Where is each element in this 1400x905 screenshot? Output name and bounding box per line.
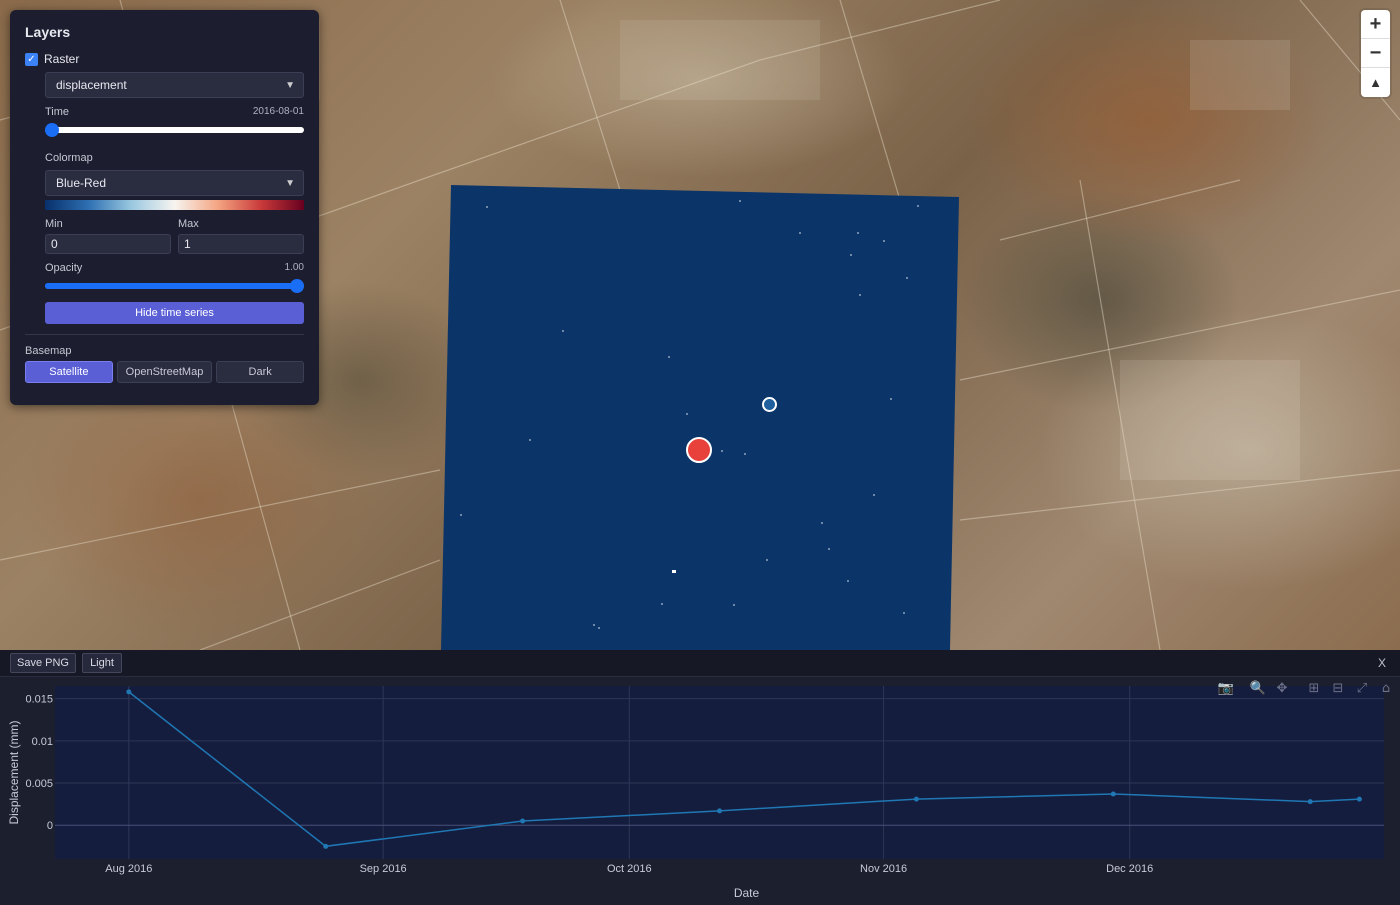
y-tick-label: 0.01 <box>32 736 53 748</box>
time-slider[interactable] <box>45 122 304 138</box>
opacity-slider-thumb[interactable] <box>290 279 304 293</box>
plot-area[interactable] <box>55 686 1384 859</box>
close-time-series-button[interactable]: X <box>1378 656 1386 670</box>
y-axis-title: Displacement (mm) <box>7 720 21 824</box>
chevron-down-icon: ▼ <box>285 177 295 189</box>
time-label: Time <box>45 106 70 118</box>
zoom-out-button[interactable]: − <box>1361 39 1390 68</box>
zoom-icon[interactable]: 🔍 <box>1250 679 1266 696</box>
panel-title: Layers <box>25 24 71 40</box>
data-point[interactable] <box>126 689 132 695</box>
basemap-openstreetmap-button[interactable]: OpenStreetMap <box>116 361 213 383</box>
time-series-panel: Save PNG Light X Aug 2016 Sep 2016 Oct 201… <box>0 650 1400 900</box>
x-axis-title: Date <box>734 886 760 900</box>
data-point[interactable] <box>520 818 526 824</box>
time-slider-thumb[interactable] <box>45 123 59 137</box>
opacity-slider[interactable] <box>45 278 304 294</box>
layer-select[interactable]: displacement ▼ <box>45 72 304 98</box>
y-tick-label: 0.015 <box>25 694 53 706</box>
data-point[interactable] <box>1110 791 1116 797</box>
map-navigation-control: + − ▲ <box>1361 10 1390 97</box>
autoscale-icon[interactable]: ⤢ <box>1357 681 1367 696</box>
x-tick-label: Nov 2016 <box>860 863 907 875</box>
opacity-value: 1.00 <box>284 262 304 273</box>
x-tick-label: Oct 2016 <box>607 863 652 875</box>
zoom-out-icon[interactable]: ⊟ <box>1333 681 1344 696</box>
hide-time-series-button[interactable]: Hide time series <box>45 302 304 324</box>
x-tick-label: Aug 2016 <box>105 863 152 875</box>
zoom-in-button[interactable]: + <box>1361 10 1390 39</box>
chart-svg: Aug 2016 Sep 2016 Oct 2016 Nov 2016 Dec 2016… <box>7 679 1390 900</box>
data-point[interactable] <box>1307 799 1313 805</box>
camera-icon[interactable]: 📷 <box>1218 681 1234 696</box>
theme-toggle-button[interactable]: Light <box>82 653 122 673</box>
data-point[interactable] <box>1356 796 1362 802</box>
basemap-satellite-button[interactable]: Satellite <box>25 361 113 383</box>
zoom-in-icon[interactable]: ⊞ <box>1309 681 1320 696</box>
colormap-label: Colormap <box>45 152 93 164</box>
selected-point-marker[interactable] <box>686 437 712 463</box>
data-point[interactable] <box>323 843 329 849</box>
pan-icon[interactable]: ✥ <box>1277 681 1288 696</box>
reference-point-marker[interactable] <box>762 397 777 412</box>
opacity-label: Opacity <box>45 262 83 274</box>
home-icon[interactable]: ⌂ <box>1382 681 1390 696</box>
compass-button[interactable]: ▲ <box>1361 68 1390 97</box>
raster-checkbox[interactable]: ✓ <box>25 52 38 66</box>
save-png-button[interactable]: Save PNG <box>10 653 76 673</box>
basemap-dark-button[interactable]: Dark <box>216 361 304 383</box>
layer-select-value: displacement <box>56 78 127 92</box>
time-series-toolbar: Save PNG Light X <box>0 650 1400 677</box>
chevron-down-icon: ▼ <box>285 79 295 91</box>
min-input[interactable]: 0 <box>45 234 171 254</box>
x-tick-label: Dec 2016 <box>1106 863 1153 875</box>
check-icon: ✓ <box>27 53 36 65</box>
time-series-chart[interactable]: Aug 2016 Sep 2016 Oct 2016 Nov 2016 Dec 2016… <box>0 676 1400 905</box>
min-label: Min <box>45 218 63 230</box>
layers-panel: Layers ✓ Raster displacement ▼ Time 2016… <box>10 10 319 405</box>
x-tick-label: Sep 2016 <box>360 863 407 875</box>
colormap-select-value: Blue-Red <box>56 176 107 190</box>
basemap-label: Basemap <box>25 345 72 357</box>
y-tick-label: 0.005 <box>25 778 53 790</box>
max-input[interactable]: 1 <box>178 234 304 254</box>
data-point[interactable] <box>913 796 919 802</box>
colormap-bar <box>45 200 304 210</box>
max-label: Max <box>178 218 199 230</box>
data-point[interactable] <box>717 808 722 814</box>
raster-label: Raster <box>44 52 80 66</box>
y-tick-label: 0 <box>47 820 53 832</box>
colormap-select[interactable]: Blue-Red ▼ <box>45 170 304 196</box>
time-value: 2016-08-01 <box>252 106 304 117</box>
basemap-buttons: Satellite OpenStreetMap Dark <box>25 361 304 383</box>
